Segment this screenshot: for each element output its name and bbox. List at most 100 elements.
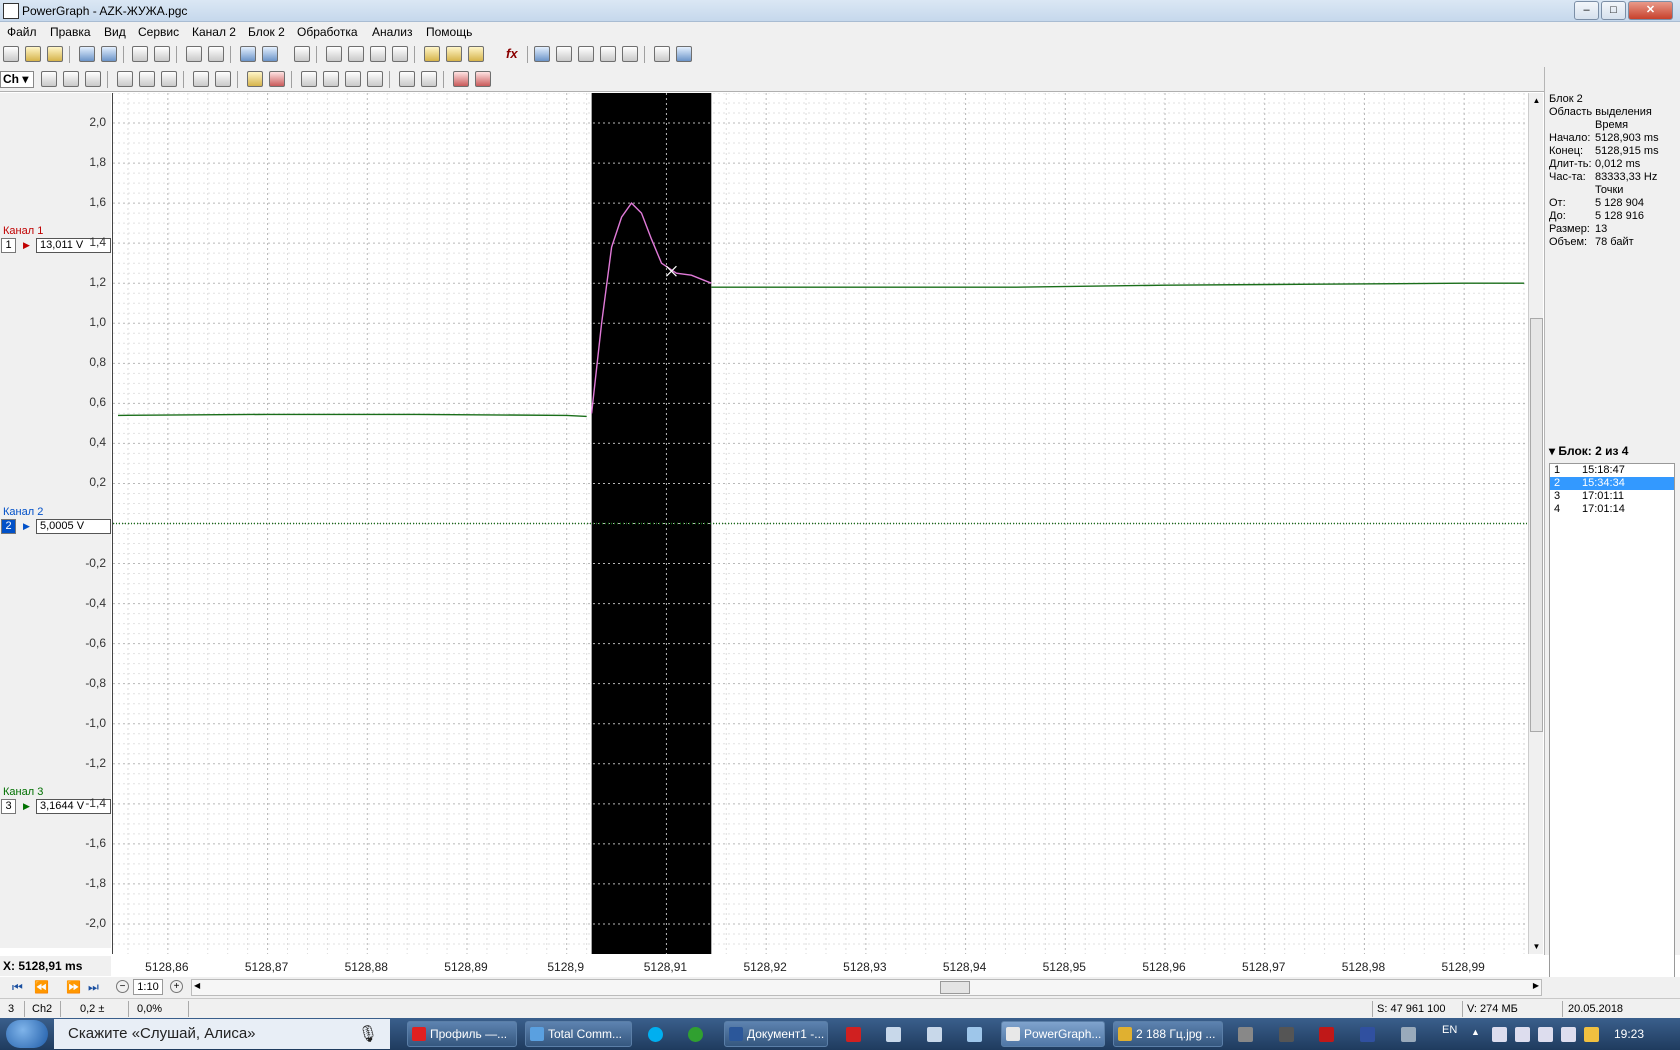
device-icon[interactable] xyxy=(1238,1027,1253,1042)
task-image-viewer[interactable]: 2 188 Гц.jpg ... xyxy=(1113,1021,1223,1047)
block-row[interactable]: 1 15:18:47 xyxy=(1550,464,1674,477)
block-row[interactable]: 3 17:01:11 xyxy=(1550,490,1674,503)
delete-selection-icon[interactable] xyxy=(475,71,491,87)
task-word[interactable]: Документ1 -... xyxy=(724,1021,828,1047)
zoom-out-icon[interactable] xyxy=(63,71,79,87)
record-stop-icon[interactable] xyxy=(348,46,364,62)
horizontal-scrollbar[interactable]: ◀ ▶ xyxy=(191,979,1542,996)
autoscale-icon[interactable] xyxy=(193,71,209,87)
edit-block-icon[interactable] xyxy=(424,46,440,62)
menu-help[interactable]: Помощь xyxy=(426,25,472,39)
paste-icon[interactable] xyxy=(294,46,310,62)
clear-selection-icon[interactable] xyxy=(453,71,469,87)
record-start-icon[interactable] xyxy=(326,46,342,62)
menu-analysis[interactable]: Анализ xyxy=(372,25,413,39)
channel-1-number[interactable]: 1 xyxy=(1,238,16,253)
tray-icon[interactable] xyxy=(1492,1027,1507,1042)
show-hidden-icons-icon[interactable]: ▲ xyxy=(1471,1027,1486,1042)
cut-icon[interactable] xyxy=(240,46,256,62)
menu-view[interactable]: Вид xyxy=(104,25,126,39)
task-total-commander[interactable]: Total Comm... xyxy=(525,1021,632,1047)
scroll-down-icon[interactable]: ▼ xyxy=(1530,940,1543,953)
fit-all-icon[interactable] xyxy=(161,71,177,87)
marker-delete-icon[interactable] xyxy=(269,71,285,87)
minimize-button[interactable]: – xyxy=(1574,1,1599,20)
go-end-icon[interactable] xyxy=(367,71,383,87)
copy-icon[interactable] xyxy=(262,46,278,62)
block-list-icon[interactable] xyxy=(446,46,462,62)
zoom-chart-icon[interactable] xyxy=(556,46,572,62)
close-button[interactable]: ✕ xyxy=(1628,1,1673,20)
menu-channel[interactable]: Канал 2 xyxy=(192,25,236,39)
zoom-plus-icon[interactable]: + xyxy=(170,980,183,993)
notification-icon[interactable] xyxy=(1584,1027,1599,1042)
chart-svg[interactable] xyxy=(113,93,1528,954)
scroll-up-icon[interactable]: ▲ xyxy=(1530,94,1543,107)
help-icon[interactable] xyxy=(654,46,670,62)
go-start-icon[interactable] xyxy=(301,71,317,87)
tray-app-red-icon[interactable] xyxy=(1319,1027,1334,1042)
block-header[interactable]: ▾ Блок: 2 из 4 xyxy=(1549,444,1628,458)
print-icon[interactable] xyxy=(132,46,148,62)
tool-icon[interactable] xyxy=(1279,1027,1294,1042)
menu-block[interactable]: Блок 2 xyxy=(248,25,285,39)
statistics-icon[interactable] xyxy=(622,46,638,62)
horizontal-scale-icon[interactable] xyxy=(139,71,155,87)
tray-app-blue-icon[interactable] xyxy=(1360,1027,1375,1042)
go-forward-icon[interactable] xyxy=(345,71,361,87)
block-row[interactable]: 4 17:01:14 xyxy=(1550,503,1674,516)
channel-3-arrow-icon[interactable]: ▶ xyxy=(19,799,34,814)
import-icon[interactable] xyxy=(208,46,224,62)
tray-app-grey-icon[interactable] xyxy=(1401,1027,1416,1042)
about-icon[interactable] xyxy=(676,46,692,62)
signal-icon[interactable] xyxy=(1561,1027,1576,1042)
spectrum-icon[interactable] xyxy=(600,46,616,62)
network-icon[interactable] xyxy=(1538,1027,1553,1042)
nav-prev-icon[interactable]: ⏪ xyxy=(34,980,49,994)
nav-next-icon[interactable]: ⏩ xyxy=(66,980,81,994)
zoom-value[interactable]: 1:10 xyxy=(133,979,163,995)
vertical-scroll-thumb[interactable] xyxy=(1530,318,1543,732)
new-file-icon[interactable] xyxy=(3,46,19,62)
open-folder-icon[interactable] xyxy=(25,46,41,62)
scroll-left-icon[interactable]: ◀ xyxy=(194,981,200,990)
channel-1-arrow-icon[interactable]: ▶ xyxy=(19,238,34,253)
device-settings-icon[interactable] xyxy=(392,46,408,62)
menu-service[interactable]: Сервис xyxy=(138,25,179,39)
channel-select[interactable]: Ch ▾ xyxy=(0,71,34,88)
print-preview-icon[interactable] xyxy=(154,46,170,62)
save-as-icon[interactable] xyxy=(101,46,117,62)
block-row-selected[interactable]: 2 15:34:34 xyxy=(1550,477,1674,490)
language-indicator[interactable]: EN xyxy=(1442,1024,1457,1036)
task-powergraph[interactable]: PowerGraph... xyxy=(1001,1021,1105,1047)
maximize-button[interactable]: □ xyxy=(1601,1,1626,20)
save-icon[interactable] xyxy=(79,46,95,62)
nav-last-icon[interactable]: ⏭ xyxy=(88,980,99,995)
go-back-icon[interactable] xyxy=(323,71,339,87)
menu-processing[interactable]: Обработка xyxy=(297,25,358,39)
horizontal-scroll-thumb[interactable] xyxy=(940,981,970,994)
block-tools-icon[interactable] xyxy=(468,46,484,62)
formula-icon[interactable]: fx xyxy=(506,46,518,61)
split-channels-icon[interactable] xyxy=(421,71,437,87)
messenger-icon[interactable] xyxy=(688,1027,703,1042)
zoom-in-icon[interactable] xyxy=(85,71,101,87)
channel-3-number[interactable]: 3 xyxy=(1,799,16,814)
nav-first-icon[interactable]: ⏮ xyxy=(12,980,23,995)
skype-icon[interactable] xyxy=(648,1027,663,1042)
export-icon[interactable] xyxy=(186,46,202,62)
autoscale-all-icon[interactable] xyxy=(215,71,231,87)
table-icon[interactable] xyxy=(534,46,550,62)
channel-2-arrow-icon[interactable]: ▶ xyxy=(19,519,34,534)
pdf-icon[interactable] xyxy=(846,1027,861,1042)
record-pause-icon[interactable] xyxy=(370,46,386,62)
marker-add-icon[interactable] xyxy=(247,71,263,87)
notes-icon[interactable] xyxy=(886,1027,901,1042)
zoom-minus-icon[interactable]: − xyxy=(116,980,129,993)
task-yandex[interactable]: Профиль —... xyxy=(407,1021,517,1047)
vertical-scrollbar[interactable]: ▲ ▼ xyxy=(1528,93,1543,954)
chart-area[interactable] xyxy=(112,93,1528,954)
microphone-icon[interactable]: 🎙 xyxy=(358,1024,378,1044)
start-button[interactable] xyxy=(6,1020,48,1048)
document-icon[interactable] xyxy=(927,1027,942,1042)
